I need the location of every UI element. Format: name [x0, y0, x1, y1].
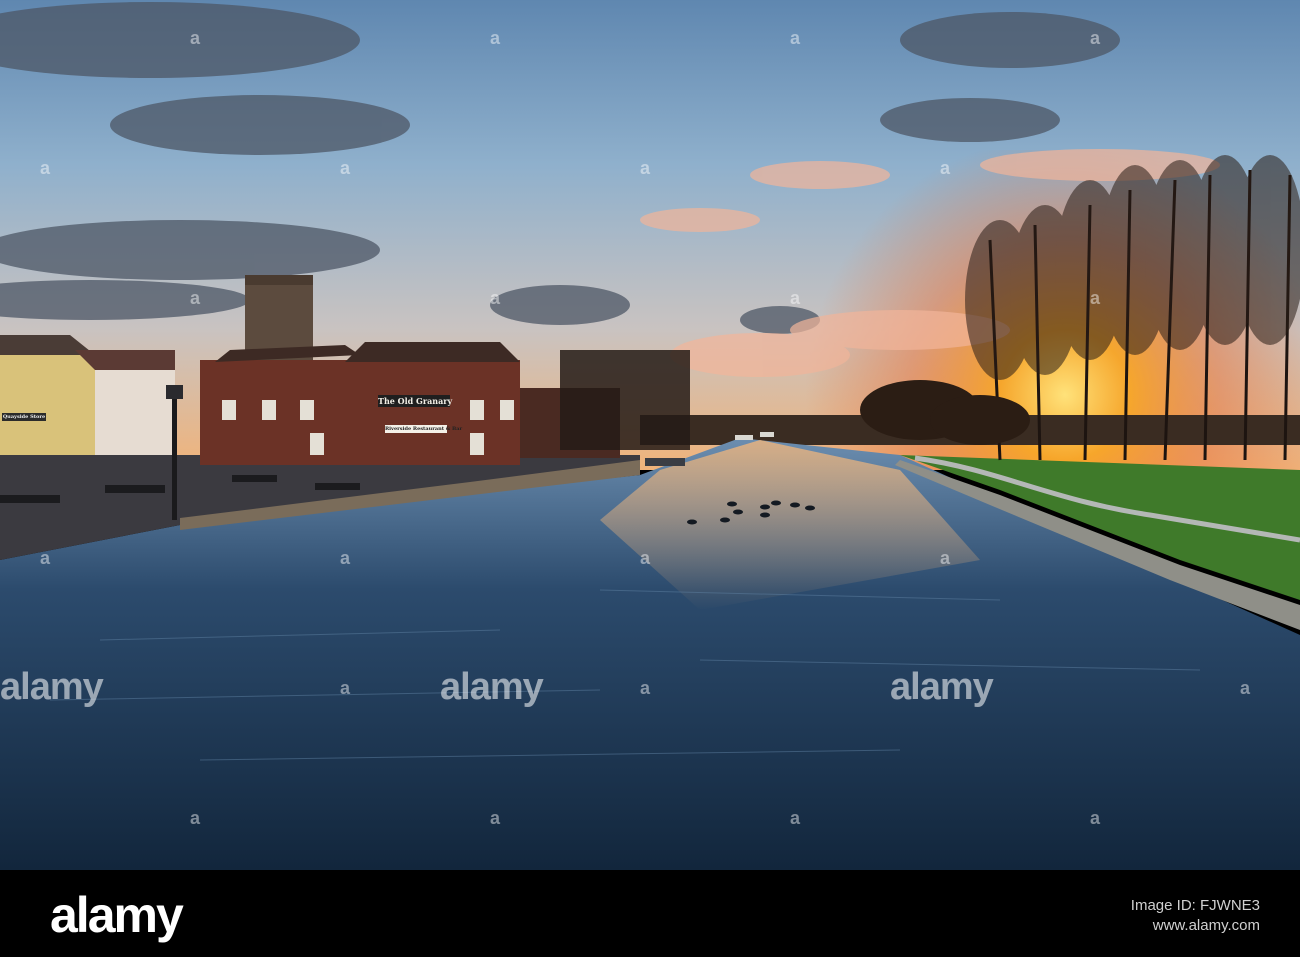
footer-info: Image ID: FJWNE3 www.alamy.com: [1131, 896, 1260, 936]
watermark: alamy: [440, 666, 544, 708]
footer-bar: [0, 870, 1300, 957]
landscape-photo: [0, 0, 1300, 870]
watermark-mark: a: [790, 808, 801, 828]
watermark-mark: a: [790, 28, 801, 48]
watermark-mark: a: [340, 548, 351, 568]
watermark-mark: a: [640, 158, 651, 178]
image-id-value: FJWNE3: [1200, 897, 1260, 914]
left-cottages: [0, 335, 175, 455]
watermark-mark: a: [190, 28, 201, 48]
restaurant-sign: Riverside Restaurant & Bar: [385, 425, 463, 433]
photo-scene: [0, 0, 1300, 870]
watermark-mark: a: [640, 548, 651, 568]
watermark-mark: a: [40, 158, 51, 178]
watermark-mark: a: [940, 158, 951, 178]
watermark-mark: a: [1090, 288, 1101, 308]
watermark-mark: a: [340, 678, 351, 698]
watermark-mark: a: [490, 288, 501, 308]
watermark-mark: a: [640, 678, 651, 698]
stock-photo-frame: The Old Granary Riverside Restaurant & B…: [0, 0, 1300, 957]
shop-sign: Quayside Store: [2, 413, 46, 421]
image-id-line: Image ID: FJWNE3: [1131, 896, 1260, 916]
watermark-mark: a: [940, 548, 951, 568]
watermark-mark: a: [790, 288, 801, 308]
watermark-mark: a: [190, 288, 201, 308]
watermark-mark: a: [490, 28, 501, 48]
river-trees: [560, 350, 690, 450]
watermark: alamy: [890, 666, 994, 708]
watermark-mark: a: [40, 548, 51, 568]
watermark: alamy: [0, 666, 104, 708]
alamy-url[interactable]: www.alamy.com: [1131, 916, 1260, 936]
watermark-mark: a: [490, 808, 501, 828]
watermark-mark: a: [340, 158, 351, 178]
alamy-logo[interactable]: alamy: [50, 886, 184, 944]
image-id-label: Image ID:: [1130, 897, 1196, 914]
old-granary-sign: The Old Granary: [378, 395, 453, 407]
watermark-mark: a: [190, 808, 201, 828]
watermark-mark: a: [1090, 28, 1101, 48]
watermark-mark: a: [1240, 678, 1251, 698]
watermark-mark: a: [1090, 808, 1101, 828]
